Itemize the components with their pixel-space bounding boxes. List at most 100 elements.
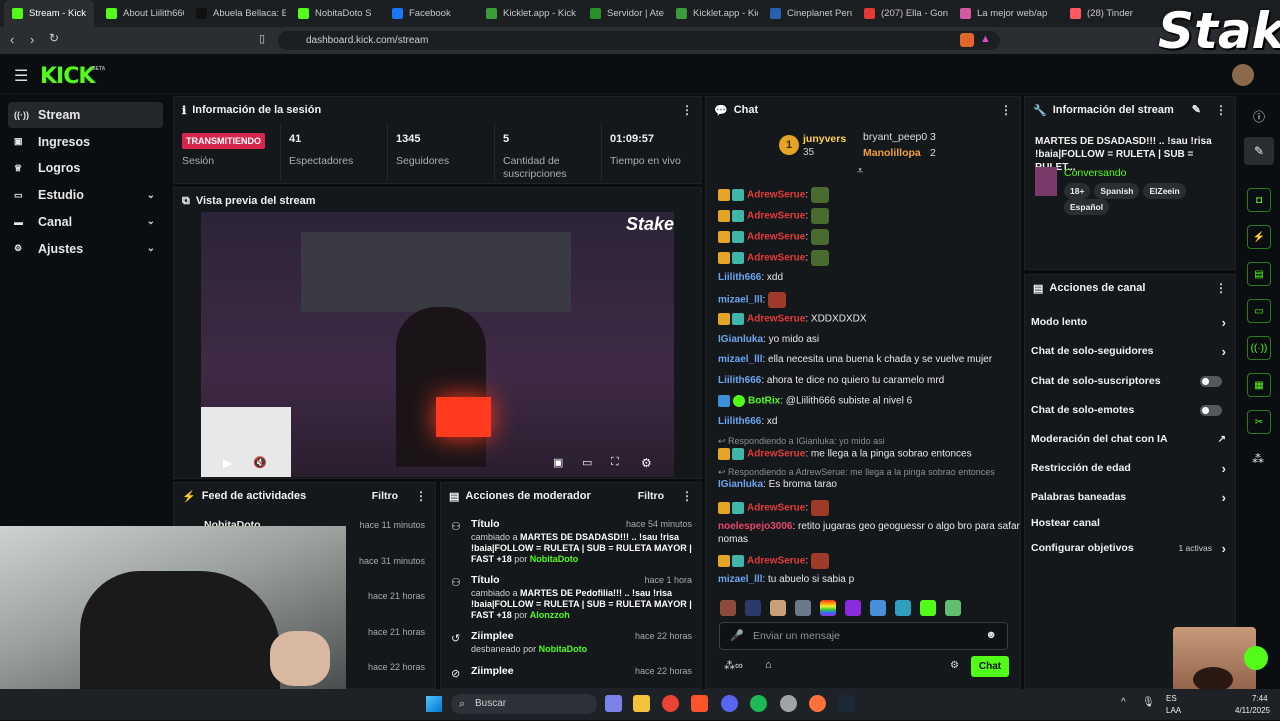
toggle-switch[interactable] xyxy=(1200,404,1222,416)
broadcast-rail-icon[interactable]: ((·)) xyxy=(1247,336,1271,360)
chat-username[interactable]: mizael_lll xyxy=(718,295,762,306)
chat-input[interactable]: 🎤 Enviar un mensaje ☻ xyxy=(719,622,1008,650)
chat-username[interactable]: AdrewSerue xyxy=(747,232,805,243)
kick-logo[interactable]: KICK xyxy=(40,64,95,89)
browser-tab[interactable]: Kicklet.app - Kick xyxy=(668,0,758,27)
back-icon[interactable]: ‹ xyxy=(10,32,14,47)
kebab-icon[interactable]: ⋮ xyxy=(1000,103,1012,117)
browser-tab[interactable]: (207) Ella - Gonza xyxy=(856,0,948,27)
sidebar-item-canal[interactable]: ▬ Canal ⌄ xyxy=(8,209,163,235)
kebab-icon[interactable]: ⋮ xyxy=(1215,103,1227,117)
category-link[interactable]: Conversando xyxy=(1064,167,1126,179)
mute-icon[interactable]: 🔇 xyxy=(253,456,267,469)
lang-indicator[interactable]: ES xyxy=(1166,694,1177,703)
avatar[interactable] xyxy=(1232,64,1254,86)
sidebar-item-logros[interactable]: ♕ Logros xyxy=(8,155,163,181)
sidebar-item-ajustes[interactable]: ⚙ Ajustes ⌄ xyxy=(8,236,163,262)
brave-shield-icon[interactable] xyxy=(960,33,974,47)
channel-action-row[interactable]: Palabras baneadas › xyxy=(1031,487,1226,507)
kebab-icon[interactable]: ⋮ xyxy=(415,489,427,503)
channel-action-row[interactable]: Restricción de edad › xyxy=(1031,458,1226,478)
emote-icon[interactable] xyxy=(770,600,786,616)
clock-time[interactable]: 7:44 xyxy=(1252,694,1268,703)
menu-icon[interactable]: ☰ xyxy=(14,66,28,86)
chat-username[interactable]: mizael_lll xyxy=(718,354,762,365)
theater-icon[interactable]: ▭ xyxy=(582,456,592,469)
discord-icon[interactable] xyxy=(721,695,738,712)
firefox-icon[interactable] xyxy=(809,695,826,712)
play-icon[interactable]: ▶ xyxy=(223,456,232,470)
channel-action-row[interactable]: Chat de solo-seguidores › xyxy=(1031,341,1226,361)
channel-action-row[interactable]: Hostear canal xyxy=(1031,513,1226,533)
browser-tab[interactable]: NobitaDoto S xyxy=(290,0,380,27)
emote-icon[interactable] xyxy=(945,600,961,616)
rewards-icon[interactable]: ▲ xyxy=(980,33,994,47)
kebab-icon[interactable]: ⋮ xyxy=(681,103,693,117)
chat-rail-icon[interactable]: ▭ xyxy=(1247,299,1271,323)
browser-tab[interactable]: Facebook xyxy=(384,0,474,27)
lightning-rail-icon[interactable]: ⚡ xyxy=(1247,225,1271,249)
forward-icon[interactable]: › xyxy=(30,32,34,47)
reload-icon[interactable]: ↻ xyxy=(49,31,59,45)
brave-icon[interactable] xyxy=(691,695,708,712)
steam-icon[interactable] xyxy=(838,695,855,712)
emote-icon[interactable] xyxy=(745,600,761,616)
collapse-icon[interactable]: ⩡ xyxy=(857,165,863,178)
mic-icon[interactable]: 🎤 xyxy=(730,629,744,642)
tray-chevron-icon[interactable]: ^ xyxy=(1121,697,1126,708)
tools-rail-icon[interactable]: ✂ xyxy=(1247,410,1271,434)
stream-preview-video[interactable]: Stake ▶ 🔇 ▣ ▭ ⛶ ⚙ xyxy=(201,212,674,477)
chat-username[interactable]: mizael_lll xyxy=(718,574,762,585)
emote-icon[interactable] xyxy=(870,600,886,616)
sidebar-item-estudio[interactable]: ▭ Estudio ⌄ xyxy=(8,182,163,208)
fab-button[interactable] xyxy=(1244,646,1268,670)
browser-tab[interactable]: Stream - Kick xyxy=(4,0,94,27)
emote-icon[interactable] xyxy=(895,600,911,616)
points-rail-icon[interactable]: ⁂ xyxy=(1252,452,1264,466)
chat-username[interactable]: AdrewSerue xyxy=(747,503,805,514)
taskbar-search[interactable]: ⌕ Buscar xyxy=(451,694,597,714)
kebab-icon[interactable]: ⋮ xyxy=(681,489,693,503)
lang-indicator-2[interactable]: LAA xyxy=(1166,706,1181,715)
sidebar-item-stream[interactable]: ((·)) Stream xyxy=(8,102,163,128)
kebab-icon[interactable]: ⋮ xyxy=(1215,281,1227,295)
chat-username[interactable]: AdrewSerue xyxy=(747,449,805,460)
browser-tab[interactable]: (28) Tinder xyxy=(1062,0,1138,27)
channel-action-row[interactable]: Modo lento › xyxy=(1031,312,1226,332)
chat-username[interactable]: IGianluka xyxy=(718,479,763,490)
modactions-filter-button[interactable]: Filtro xyxy=(638,490,664,502)
settings-icon[interactable]: ⚙ xyxy=(641,456,652,470)
browser-tab[interactable]: About Liilith666 xyxy=(98,0,184,27)
app-icon[interactable] xyxy=(780,695,797,712)
emoji-icon[interactable]: ☻ xyxy=(985,629,997,641)
store-icon[interactable]: ⌂ xyxy=(765,659,772,671)
emote-icon[interactable] xyxy=(720,600,736,616)
chat-username[interactable]: AdrewSerue xyxy=(747,314,805,325)
browser-tab[interactable]: La mejor web/ap xyxy=(952,0,1058,27)
channel-action-row[interactable]: Chat de solo-suscriptores xyxy=(1031,371,1226,391)
chat-username[interactable]: IGianluka xyxy=(718,334,763,345)
tag[interactable]: Español xyxy=(1064,199,1110,215)
chat-username[interactable]: Liilith666 xyxy=(718,416,761,427)
fullscreen-icon[interactable]: ⛶ xyxy=(611,456,619,469)
tag[interactable]: 18+ xyxy=(1064,183,1091,199)
mod-action-user[interactable]: NobitaDoto xyxy=(530,554,579,564)
browser-tab[interactable]: Kicklet.app - Kick xyxy=(478,0,578,27)
emote-icon[interactable] xyxy=(920,600,936,616)
chat-username[interactable]: noelespejo3006 xyxy=(718,521,792,532)
top-user-name[interactable]: junyvers xyxy=(803,133,846,145)
chat-settings-icon[interactable]: ⚙ xyxy=(950,660,959,671)
chat-username[interactable]: AdrewSerue xyxy=(747,253,805,264)
chat-username[interactable]: AdrewSerue xyxy=(747,556,805,567)
chat-username[interactable]: Liilith666 xyxy=(718,375,761,386)
channel-action-row[interactable]: Moderación del chat con IA ↗ xyxy=(1031,429,1226,449)
chrome-icon[interactable] xyxy=(662,695,679,712)
tag[interactable]: Spanish xyxy=(1094,183,1140,199)
top-user-name[interactable]: bryant_peep0 xyxy=(863,131,927,143)
channel-action-row[interactable]: Configurar objetivos › 1 activas xyxy=(1031,538,1226,558)
tag[interactable]: ElZeein xyxy=(1143,183,1186,199)
teams-icon[interactable] xyxy=(605,695,622,712)
chat-send-button[interactable]: Chat xyxy=(971,656,1009,677)
browser-tab[interactable]: Abuela Bellaca: El xyxy=(188,0,286,27)
layout-rail-icon[interactable]: ▦ xyxy=(1247,373,1271,397)
